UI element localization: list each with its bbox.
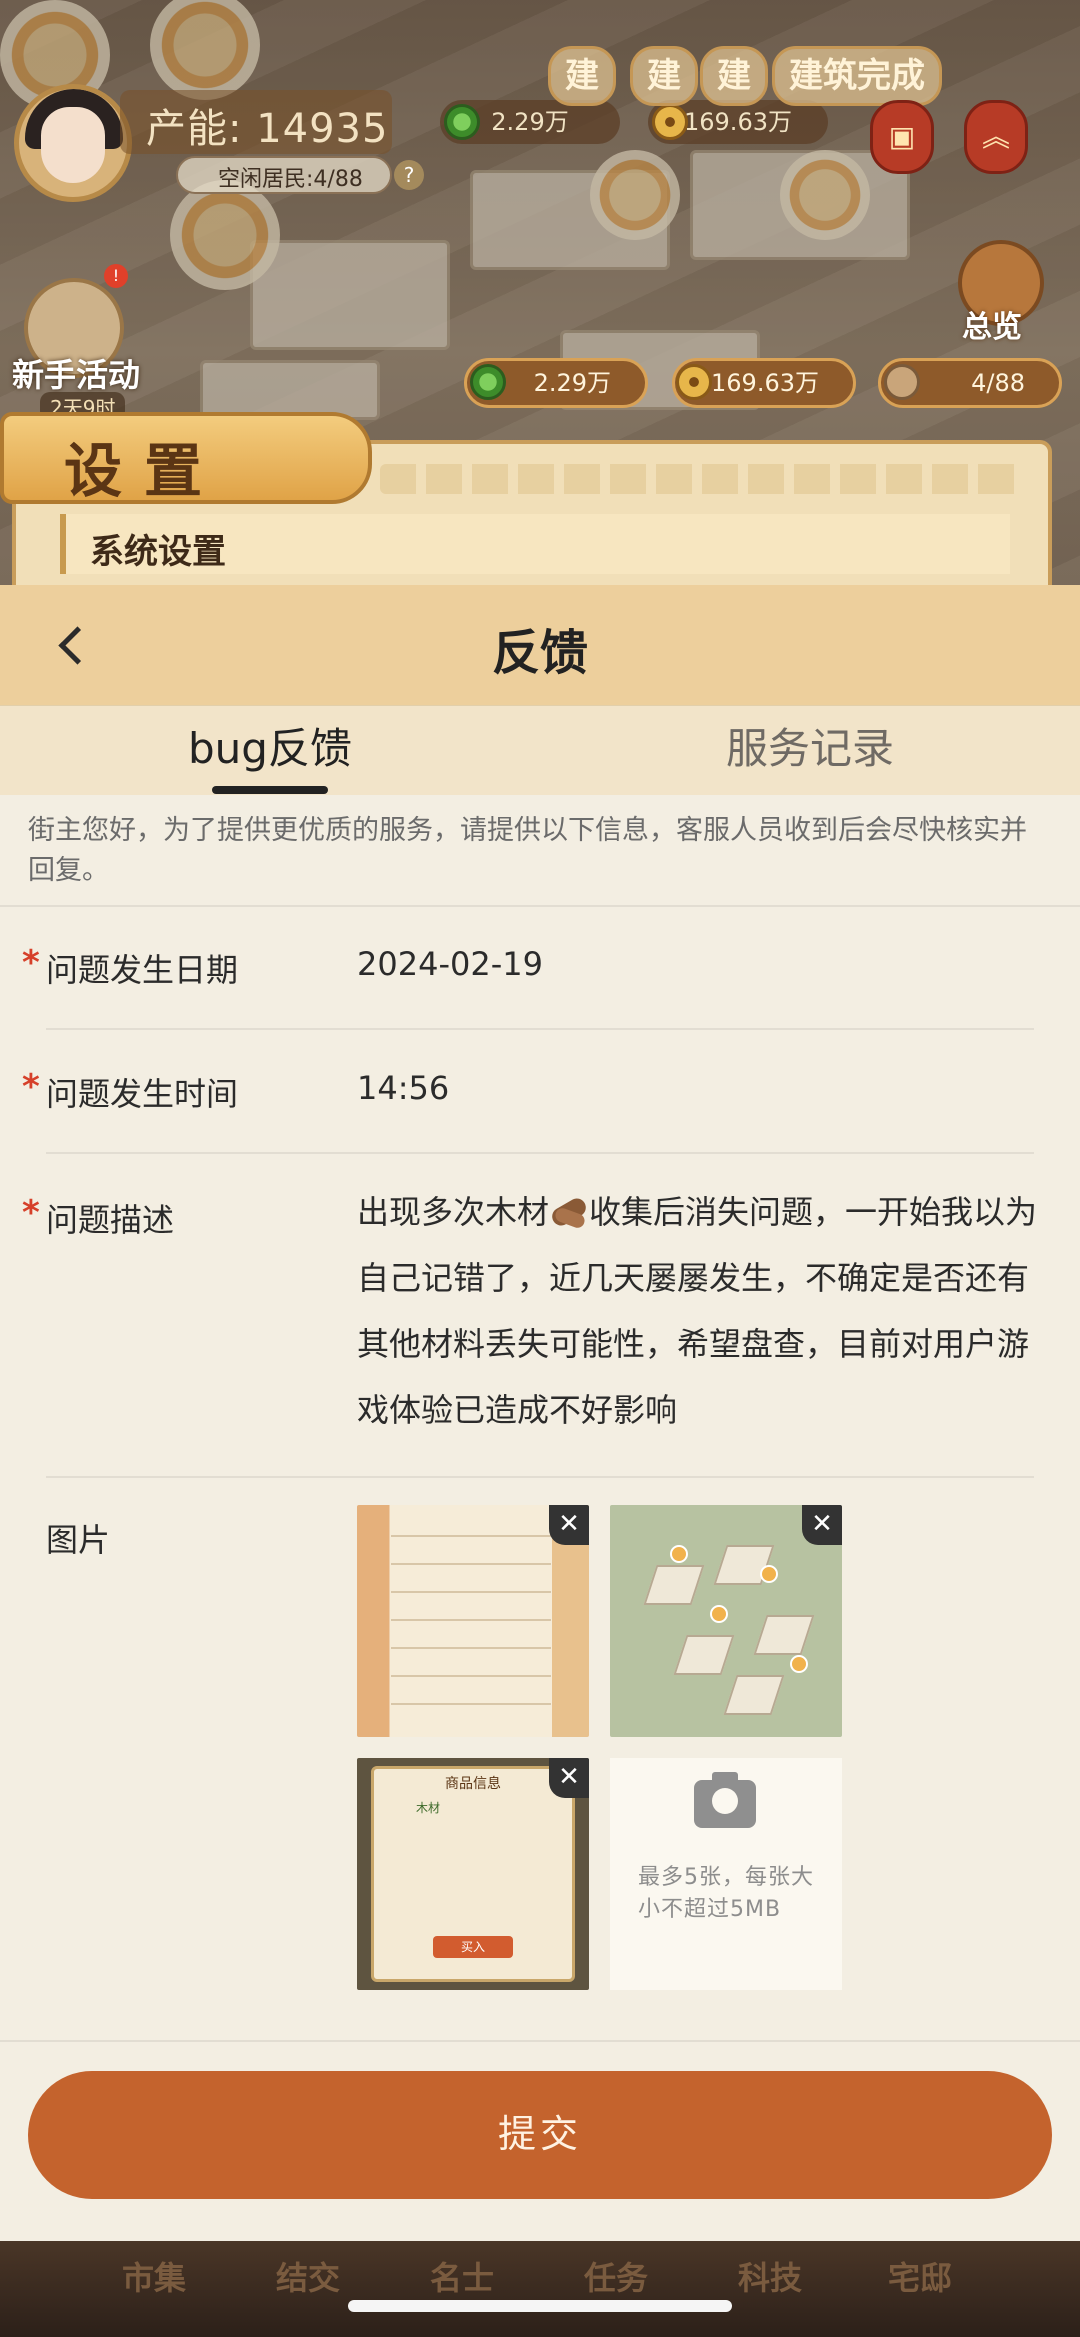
- resident-icon: [884, 364, 920, 400]
- date-label: 问题发生日期: [46, 951, 239, 989]
- jade-chip-icon: [470, 364, 506, 400]
- nav-item-tasks[interactable]: 任务: [584, 2253, 648, 2299]
- player-avatar[interactable]: [14, 84, 132, 202]
- feedback-header: 反馈: [0, 585, 1080, 705]
- overview-label: 总览: [962, 310, 1022, 345]
- add-image-button[interactable]: 最多5张，每张大小不超过5MB: [610, 1758, 842, 1990]
- image-thumbnail[interactable]: 商品信息 木材 买入 ✕: [357, 1758, 589, 1990]
- home-indicator[interactable]: [348, 2300, 732, 2312]
- coin-chip-icon: [676, 364, 712, 400]
- settings-title: 设置: [64, 437, 225, 505]
- jade-chip-value: 2.29万: [533, 369, 611, 397]
- capacity-value: 产能: 14935: [146, 106, 389, 152]
- build-flag[interactable]: 建: [548, 46, 616, 106]
- required-mark: *: [22, 943, 40, 983]
- newbie-event-label: 新手活动: [12, 356, 141, 394]
- time-label: 问题发生时间: [46, 1075, 239, 1113]
- remove-image-icon[interactable]: ✕: [802, 1505, 842, 1545]
- thumbnail-buy: 买入: [460, 1940, 485, 1954]
- description-field[interactable]: 出现多次木材 收集后消失问题，一开始我以为自己记错了，近几天屡屡发生，不确定是否还…: [357, 1179, 1047, 1443]
- jade-icon: [444, 104, 480, 140]
- game-bottom-nav: 市集 结交 名士 任务 科技 宅邸: [0, 2241, 1080, 2337]
- nav-item-residence[interactable]: 宅邸: [888, 2253, 952, 2299]
- coin-icon: [652, 104, 688, 140]
- nav-item-tech[interactable]: 科技: [738, 2253, 802, 2299]
- upload-hint: 最多5张，每张大小不超过5MB: [638, 1865, 814, 1922]
- top-coin-value: 169.63万: [684, 108, 792, 136]
- residents-chip-value: 4/88: [971, 369, 1025, 397]
- feedback-tabs: bug反馈 服务记录: [0, 705, 1080, 795]
- camera-icon: [694, 1772, 756, 1828]
- lantern-photo-icon[interactable]: ▣: [870, 100, 934, 174]
- nav-item-celebrities[interactable]: 名士: [430, 2253, 494, 2299]
- active-tab-indicator: [212, 786, 328, 794]
- top-jade-value: 2.29万: [491, 108, 569, 136]
- feedback-notice: 街主您好，为了提供更优质的服务，请提供以下信息，客服人员收到后会尽快核实并回复。: [28, 815, 1027, 886]
- images-label: 图片: [46, 1521, 111, 1559]
- required-mark: *: [22, 1067, 40, 1107]
- image-thumbnail[interactable]: ✕: [357, 1505, 589, 1737]
- required-mark: *: [22, 1193, 40, 1233]
- description-label: 问题描述: [46, 1201, 175, 1239]
- settings-panel: 设置 系统设置: [0, 412, 1064, 585]
- build-complete-flag[interactable]: 建筑完成: [772, 46, 942, 106]
- thumbnail-item: 木材: [416, 1801, 441, 1815]
- nav-item-market[interactable]: 市集: [122, 2253, 186, 2299]
- remove-image-icon[interactable]: ✕: [549, 1505, 589, 1545]
- system-settings-title: 系统设置: [90, 532, 226, 572]
- image-thumbnail[interactable]: ✕: [610, 1505, 842, 1737]
- tab-service-records[interactable]: 服务记录: [540, 706, 1080, 796]
- tab-bug-feedback[interactable]: bug反馈: [0, 706, 540, 796]
- remove-image-icon[interactable]: ✕: [549, 1758, 589, 1798]
- idle-residents-text: 空闲居民:4/88: [218, 167, 363, 192]
- coin-chip-value: 169.63万: [711, 369, 819, 397]
- wood-icon: [549, 1193, 589, 1229]
- date-field[interactable]: 2024-02-19: [357, 945, 543, 983]
- game-background: 产能: 14935 空闲居民:4/88 ? 2.29万 169.63万 建 建 …: [0, 0, 1080, 585]
- build-flag[interactable]: 建: [700, 46, 768, 106]
- time-field[interactable]: 14:56: [357, 1069, 449, 1107]
- submit-button[interactable]: 提交: [28, 2071, 1052, 2199]
- notification-badge: !: [104, 264, 128, 288]
- nav-item-socialize[interactable]: 结交: [276, 2253, 340, 2299]
- description-text-part1: 出现多次木材: [357, 1193, 550, 1231]
- thumbnail-caption: 商品信息: [445, 1776, 501, 1792]
- page-title: 反馈: [491, 625, 588, 681]
- build-flag[interactable]: 建: [630, 46, 698, 106]
- lantern-collapse-icon[interactable]: ︽: [964, 100, 1028, 174]
- feedback-panel: 反馈 bug反馈 服务记录 街主您好，为了提供更优质的服务，请提供以下信息，客服…: [0, 585, 1080, 2241]
- help-icon[interactable]: ?: [394, 160, 424, 190]
